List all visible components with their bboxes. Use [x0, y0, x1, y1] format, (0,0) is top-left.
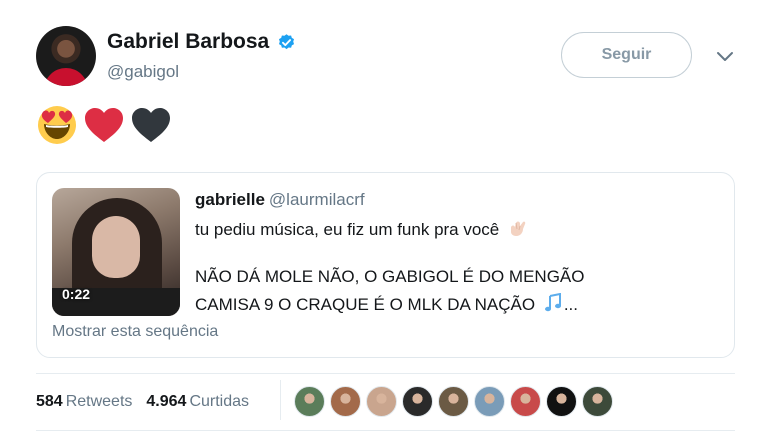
quoted-text-line: CAMISA 9 O CRAQUE É O MLK DA NAÇÃO ...: [195, 293, 578, 315]
quoted-author-handle: @laurmilacrf: [268, 190, 365, 209]
author-avatar[interactable]: [36, 26, 96, 86]
likers-avatars: [294, 386, 613, 417]
verified-badge-icon: [279, 33, 295, 49]
likes-count: 4.964: [146, 393, 187, 410]
video-duration: 0:22: [62, 286, 91, 302]
follow-button[interactable]: Seguir: [561, 32, 692, 78]
quoted-line1-text: tu pediu música, eu fiz um funk pra você: [195, 220, 500, 239]
liker-avatar[interactable]: [510, 386, 541, 417]
liker-avatar[interactable]: [438, 386, 469, 417]
quoted-text-line: NÃO DÁ MOLE NÃO, O GABIGOL É DO MENGÃO: [195, 267, 585, 286]
red-heart-emoji-icon: [85, 108, 123, 142]
heart-eyes-emoji-icon: [38, 106, 76, 144]
liker-avatar[interactable]: [402, 386, 433, 417]
liker-avatar[interactable]: [546, 386, 577, 417]
liker-avatar[interactable]: [582, 386, 613, 417]
liker-avatar[interactable]: [294, 386, 325, 417]
likes-label: Curtidas: [189, 393, 250, 410]
author-name[interactable]: Gabriel Barbosa: [107, 30, 269, 54]
quoted-tweet-card[interactable]: 0:22 gabrielle @laurmilacrf tu pediu músi…: [36, 172, 735, 358]
tweet-text-emojis: [36, 104, 172, 146]
quoted-line3-text: CAMISA 9 O CRAQUE É O MLK DA NAÇÃO: [195, 295, 536, 314]
retweets-stat[interactable]: 584 Retweets: [36, 393, 132, 411]
quoted-author-name: gabrielle: [195, 190, 265, 209]
stats-divider-bottom: [36, 430, 735, 431]
retweets-count: 584: [36, 393, 63, 410]
chevron-down-icon[interactable]: [716, 51, 734, 63]
author-handle[interactable]: @gabigol: [107, 62, 179, 82]
musical-notes-emoji-icon: [544, 293, 561, 312]
likes-stat[interactable]: 4.964 Curtidas: [146, 393, 249, 411]
liker-avatar[interactable]: [474, 386, 505, 417]
call-me-hand-emoji-icon: [511, 221, 526, 236]
black-heart-emoji-icon: [132, 108, 170, 142]
quoted-author: gabrielle @laurmilacrf: [195, 190, 365, 210]
tweet-stats: 584 Retweets 4.964 Curtidas: [36, 393, 249, 411]
liker-avatar[interactable]: [366, 386, 397, 417]
stats-separator: [280, 380, 281, 420]
avatar-shirt: [44, 68, 88, 86]
retweets-label: Retweets: [65, 393, 133, 410]
liker-avatar[interactable]: [330, 386, 361, 417]
author-name-row: Gabriel Barbosa: [107, 30, 296, 54]
stats-divider-top: [36, 373, 735, 374]
quoted-line3-ellipsis: ...: [563, 295, 578, 314]
thumbnail-face: [92, 216, 140, 278]
quoted-video-thumbnail[interactable]: 0:22: [52, 188, 180, 316]
quoted-text-line: tu pediu música, eu fiz um funk pra você: [195, 218, 528, 240]
show-thread-link[interactable]: Mostrar esta sequência: [52, 323, 218, 341]
